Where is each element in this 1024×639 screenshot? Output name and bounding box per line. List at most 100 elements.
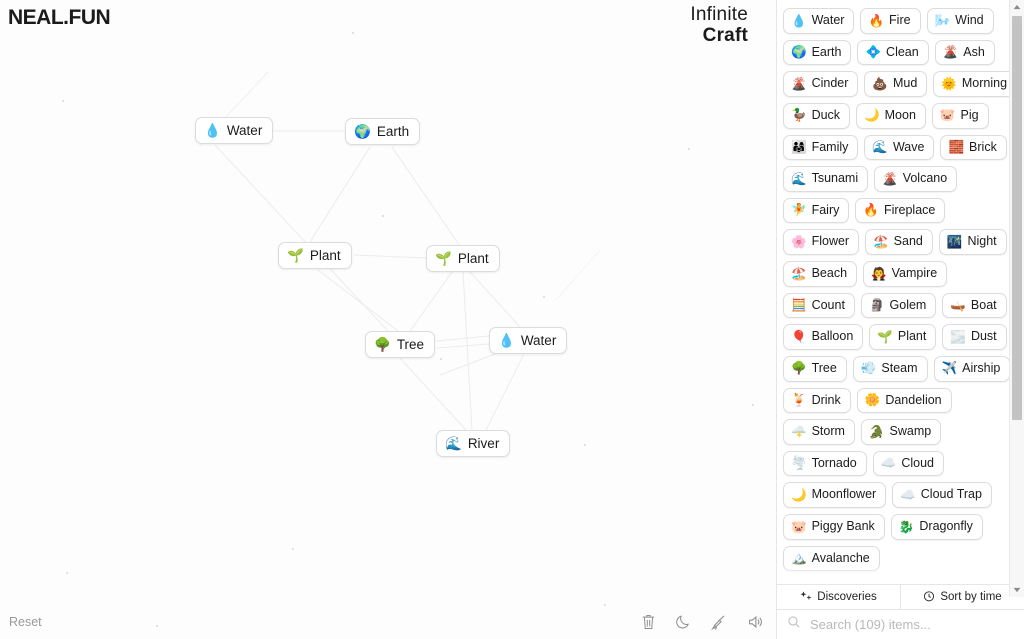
element-pill[interactable]: 🧚 Fairy bbox=[783, 197, 850, 224]
element-pill[interactable]: 🌞 Morning bbox=[933, 71, 1018, 97]
element-pill[interactable]: 🌙 Moonflower bbox=[783, 482, 887, 508]
element-label: Wind bbox=[955, 13, 984, 27]
element-emoji-icon: 🌞 bbox=[941, 76, 957, 91]
scrollbar-thumb[interactable] bbox=[1012, 16, 1022, 420]
element-label: Dust bbox=[970, 329, 997, 344]
element-pill[interactable]: 🏔️ Avalanche bbox=[783, 545, 880, 572]
element-pill[interactable]: 🌼 Dandelion bbox=[856, 387, 952, 414]
element-pill[interactable]: 🎈 Balloon bbox=[783, 324, 864, 350]
element-emoji-icon: 🌙 bbox=[864, 108, 880, 123]
canvas-node[interactable]: 🌱 Plant bbox=[278, 242, 352, 269]
element-pill[interactable]: ✈️ Airship bbox=[933, 355, 1011, 382]
element-emoji-icon: 🔥 bbox=[868, 13, 885, 28]
elements-list[interactable]: 💧 Water 🔥 Fire 🌬️ Wind 🌍 Earth 💠 Clean 🌋 Ash 🌋 Cinder… bbox=[777, 0, 1024, 584]
element-label: Morning bbox=[961, 76, 1008, 91]
search-input[interactable] bbox=[808, 616, 1014, 633]
reset-button[interactable]: Reset bbox=[9, 615, 42, 629]
scroll-down-arrow[interactable] bbox=[1010, 583, 1024, 597]
element-pill[interactable]: 🌙 Moon bbox=[856, 102, 926, 129]
element-label: Golem bbox=[889, 297, 927, 312]
element-pill[interactable]: 🌍 Earth bbox=[783, 39, 852, 66]
element-emoji-icon: 🌫️ bbox=[950, 329, 966, 344]
element-pill[interactable]: 🏖️ Sand bbox=[865, 229, 933, 255]
element-pill[interactable]: 💧 Water bbox=[783, 8, 855, 34]
element-emoji-icon: 🌙 bbox=[791, 487, 807, 502]
element-label: Cinder bbox=[811, 76, 849, 91]
element-label: Moon bbox=[884, 107, 916, 122]
background-dot bbox=[584, 444, 586, 446]
element-label: Airship bbox=[962, 360, 1001, 375]
element-pill[interactable]: 🗿 Golem bbox=[860, 292, 937, 319]
element-emoji-icon: 🌳 bbox=[791, 361, 807, 376]
crafting-connector-lines bbox=[199, 71, 601, 431]
element-emoji-icon: 🌸 bbox=[791, 234, 807, 249]
element-pill[interactable]: 🌫️ Dust bbox=[942, 324, 1007, 350]
element-pill[interactable]: 👨‍👩‍👧 Family bbox=[783, 134, 859, 161]
broom-icon[interactable] bbox=[710, 613, 728, 631]
crafting-canvas[interactable]: NEAL.FUN Infinite Craft 💧 Water 🌍 Earth … bbox=[0, 0, 776, 639]
element-pill[interactable]: 🧱 Brick bbox=[940, 134, 1007, 161]
element-label: Storm bbox=[811, 424, 845, 439]
canvas-node[interactable]: 🌱 Plant bbox=[426, 245, 500, 272]
element-label: Pig bbox=[960, 107, 979, 122]
element-pill[interactable]: 🌊 Tsunami bbox=[783, 166, 869, 192]
element-emoji-icon: 🌋 bbox=[791, 76, 807, 91]
element-pill[interactable]: 💨 Steam bbox=[852, 355, 928, 382]
discoveries-button[interactable]: Discoveries bbox=[777, 585, 900, 609]
sort-by-time-button[interactable]: Sort by time bbox=[900, 585, 1024, 609]
element-label: Swamp bbox=[889, 424, 932, 439]
element-pill[interactable]: 🛶 Boat bbox=[942, 292, 1007, 319]
background-dot bbox=[156, 625, 158, 627]
moon-icon[interactable] bbox=[675, 613, 692, 631]
sound-icon[interactable] bbox=[746, 613, 764, 631]
element-pill[interactable]: 🌊 Wave bbox=[864, 134, 935, 161]
element-pill[interactable]: 🌩️ Storm bbox=[783, 419, 855, 445]
element-pill[interactable]: 🌋 Ash bbox=[934, 39, 995, 66]
canvas-node[interactable]: 💧 Water bbox=[489, 327, 568, 354]
element-pill[interactable]: 🔥 Fire bbox=[860, 8, 921, 34]
element-emoji-icon: 🌼 bbox=[864, 393, 881, 408]
element-pill[interactable]: 🐉 Dragonfly bbox=[890, 514, 983, 540]
canvas-node[interactable]: 🌳 Tree bbox=[365, 331, 436, 358]
element-pill[interactable]: 🌱 Plant bbox=[869, 324, 937, 350]
scroll-up-arrow[interactable] bbox=[1010, 0, 1024, 14]
sort-by-time-label: Sort by time bbox=[940, 591, 1002, 603]
node-emoji-icon: 🌳 bbox=[374, 336, 391, 352]
background-dot bbox=[62, 100, 64, 102]
clock-icon bbox=[923, 590, 935, 605]
element-label: Plant bbox=[897, 329, 927, 344]
element-pill[interactable]: ☁️ Cloud Trap bbox=[892, 482, 992, 508]
element-pill[interactable]: 🧮 Count bbox=[783, 292, 855, 319]
element-pill[interactable]: 🦆 Duck bbox=[783, 102, 851, 129]
background-dot bbox=[292, 548, 294, 550]
canvas-node[interactable]: 🌊 River bbox=[436, 430, 511, 457]
canvas-node[interactable]: 🌍 Earth bbox=[345, 118, 421, 145]
element-pill[interactable]: 🍹 Drink bbox=[783, 387, 851, 414]
element-emoji-icon: 🏖️ bbox=[791, 266, 807, 281]
element-emoji-icon: 👨‍👩‍👧 bbox=[791, 140, 807, 155]
neal-fun-logo[interactable]: NEAL.FUN bbox=[8, 6, 111, 30]
element-pill[interactable]: 🌳 Tree bbox=[783, 355, 847, 382]
element-pill[interactable]: 🏖️ Beach bbox=[783, 261, 858, 287]
element-pill[interactable]: 🐷 Pig bbox=[931, 102, 989, 129]
element-label: Fairy bbox=[811, 202, 840, 217]
element-pill[interactable]: 🌬️ Wind bbox=[926, 8, 994, 34]
element-pill[interactable]: 🌸 Flower bbox=[783, 229, 860, 255]
trash-icon[interactable] bbox=[640, 613, 657, 631]
element-pill[interactable]: 🧛 Vampire bbox=[863, 261, 948, 287]
node-emoji-icon: 🌱 bbox=[287, 247, 304, 263]
element-pill[interactable]: 💠 Clean bbox=[857, 39, 929, 66]
element-pill[interactable]: 🐷 Piggy Bank bbox=[783, 514, 885, 540]
element-pill[interactable]: 🔥 Fireplace bbox=[855, 197, 946, 224]
element-pill[interactable]: 🐊 Swamp bbox=[860, 419, 942, 445]
element-pill[interactable]: 🌪️ Tornado bbox=[783, 450, 867, 477]
element-pill[interactable]: ☁️ Cloud bbox=[872, 450, 945, 477]
element-pill[interactable]: 🌃 Night bbox=[938, 229, 1007, 255]
sidebar-scrollbar[interactable] bbox=[1009, 0, 1024, 597]
element-emoji-icon: 🧚 bbox=[791, 203, 807, 218]
element-pill[interactable]: 💩 Mud bbox=[864, 71, 928, 97]
element-pill[interactable]: 🌋 Cinder bbox=[783, 71, 859, 97]
canvas-node[interactable]: 💧 Water bbox=[195, 117, 274, 144]
element-pill[interactable]: 🌋 Volcano bbox=[874, 166, 958, 192]
search-bar[interactable] bbox=[777, 609, 1024, 639]
